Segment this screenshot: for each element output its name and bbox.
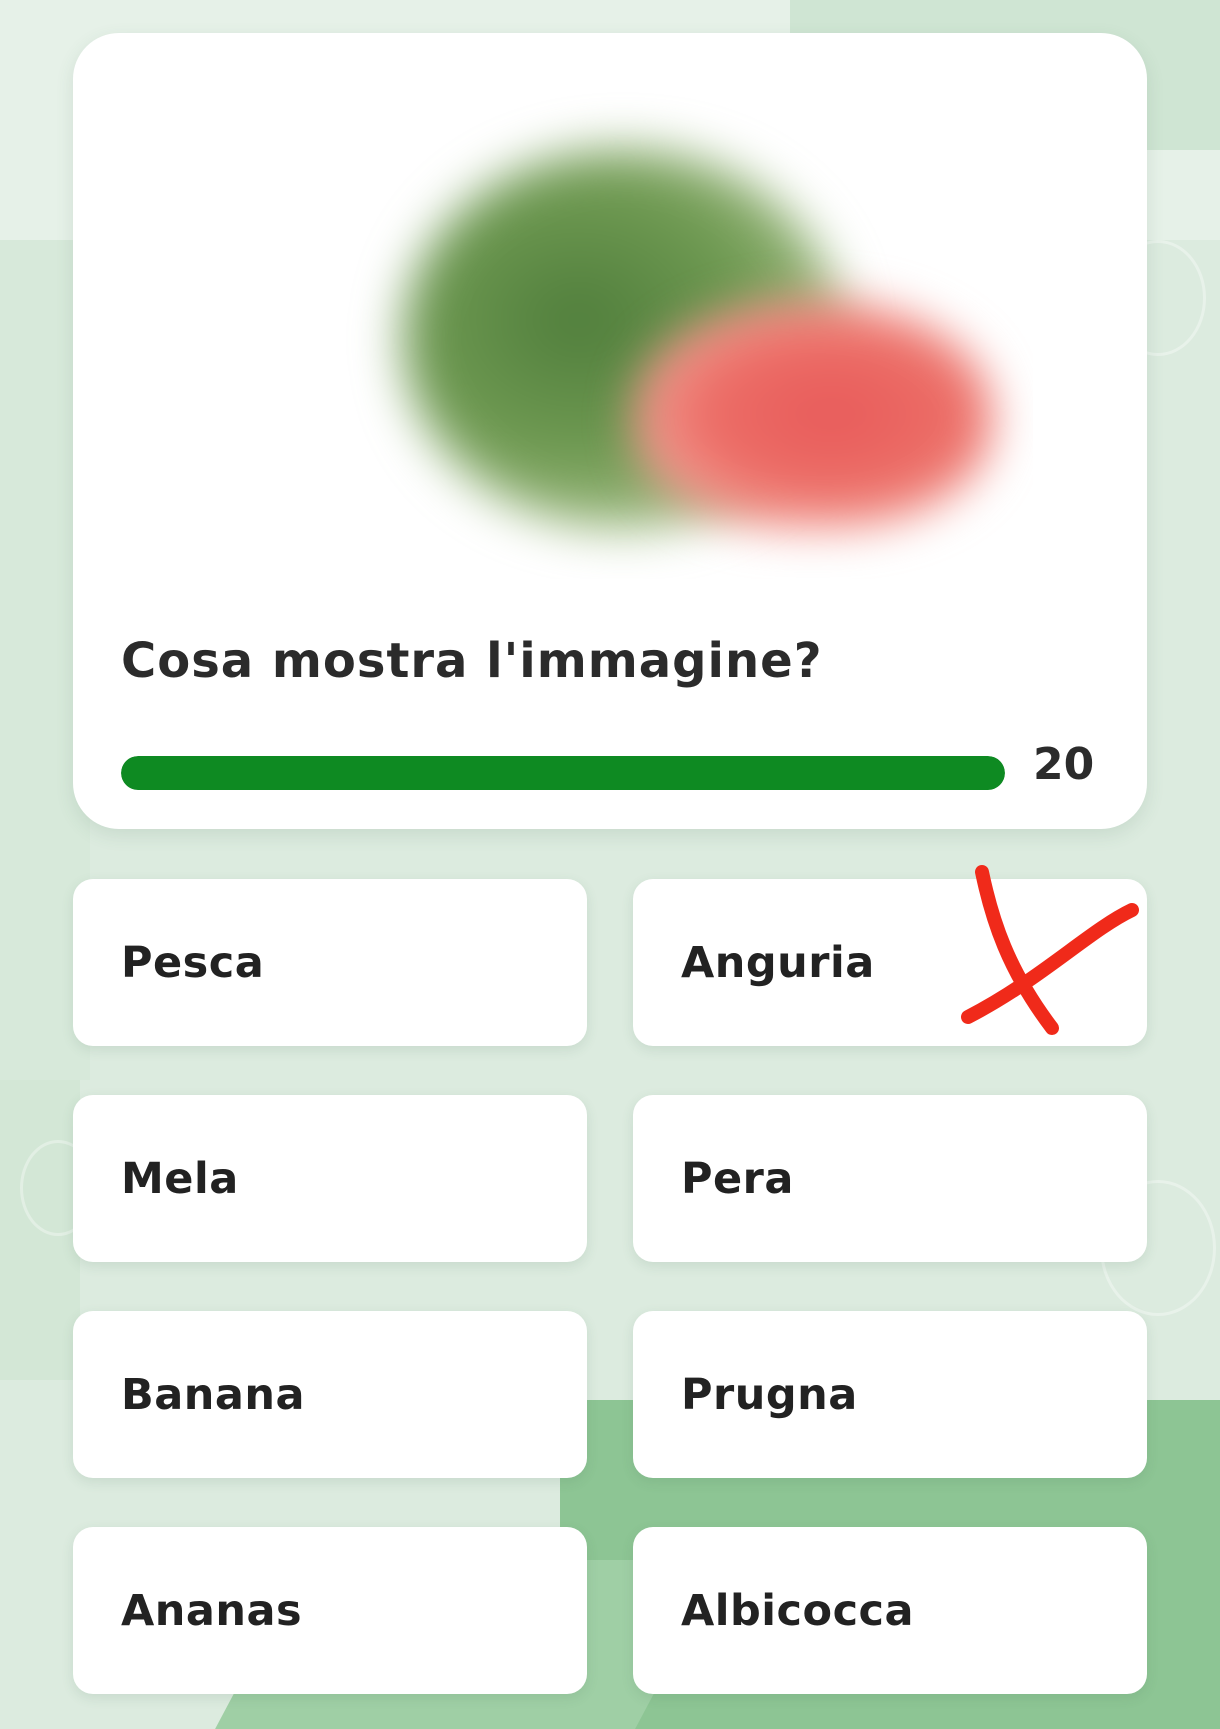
answer-label: Albicocca: [681, 1585, 915, 1636]
answer-label: Pera: [681, 1153, 794, 1204]
answer-label: Anguria: [681, 937, 875, 988]
answer-option-pera[interactable]: Pera: [633, 1095, 1147, 1262]
timer-value: 20: [1033, 739, 1095, 790]
answer-option-pesca[interactable]: Pesca: [73, 879, 587, 1046]
timer-bar-fill: [121, 756, 1005, 790]
timer-bar: [121, 756, 1005, 790]
question-image: [273, 89, 1033, 579]
answer-option-albicocca[interactable]: Albicocca: [633, 1527, 1147, 1694]
answer-label: Prugna: [681, 1369, 858, 1420]
blurred-flesh-shape: [633, 299, 993, 529]
answer-label: Banana: [121, 1369, 306, 1420]
answer-option-banana[interactable]: Banana: [73, 1311, 587, 1478]
answer-option-mela[interactable]: Mela: [73, 1095, 587, 1262]
answer-grid: Pesca Anguria Mela Pera Banana Prugna An…: [73, 879, 1147, 1694]
answer-label: Ananas: [121, 1585, 303, 1636]
question-text: Cosa mostra l'immagine?: [121, 633, 823, 689]
question-card: Cosa mostra l'immagine? 20: [73, 33, 1147, 829]
answer-label: Pesca: [121, 937, 265, 988]
answer-option-ananas[interactable]: Ananas: [73, 1527, 587, 1694]
answer-option-prugna[interactable]: Prugna: [633, 1311, 1147, 1478]
answer-option-anguria[interactable]: Anguria: [633, 879, 1147, 1046]
answer-label: Mela: [121, 1153, 239, 1204]
